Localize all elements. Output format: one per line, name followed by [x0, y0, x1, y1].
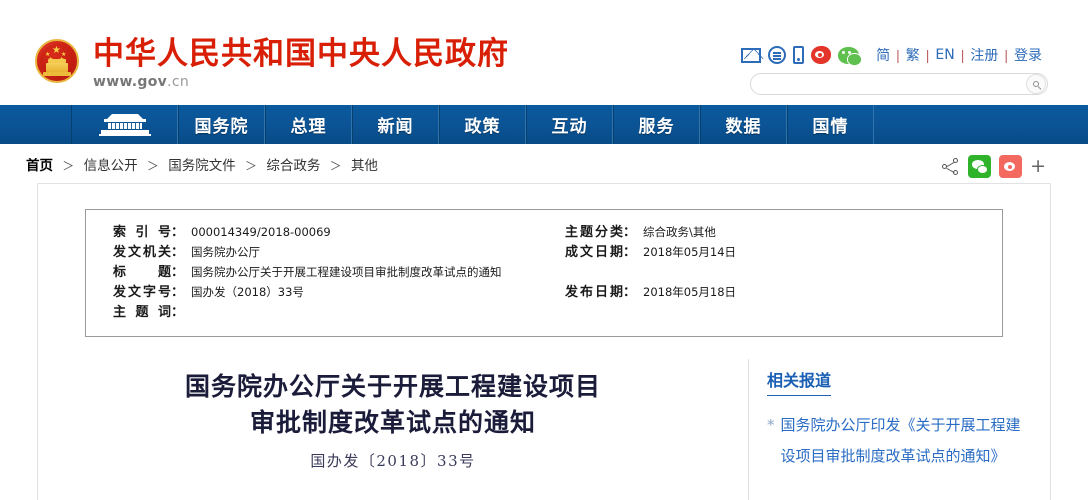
metadata-column-right: 主题分类 ： 综合政务\其他 成文日期 ： 2018年05月14日 发布日期 ：…	[556, 222, 976, 322]
content-panel: 索引号 ： 000014349/2018-00069 发文机关 ： 国务院办公厅…	[37, 183, 1051, 500]
document-body: 国务院办公厅关于开展工程建设项目 审批制度改革试点的通知 国办发〔2018〕33…	[38, 359, 1050, 500]
metadata-value: 2018年05月18日	[643, 285, 737, 299]
more-share-icon[interactable]: +	[1030, 157, 1046, 176]
search-button[interactable]	[1026, 74, 1046, 94]
metadata-label: 主题词	[113, 304, 171, 319]
metadata-label: 索引号	[113, 224, 171, 239]
share-toolbar: +	[942, 155, 1046, 178]
metadata-colon: ：	[623, 244, 637, 259]
metadata-row-document-number: 发文字号 ： 国办发（2018）33号	[113, 282, 556, 302]
breadcrumb-item-home[interactable]: 首页	[26, 158, 53, 174]
site-header: ★ ★ ★ ★ ★ 中华人民共和国中央人民政府 www.gov.cn 简 | 繁…	[0, 0, 1088, 105]
weibo-icon[interactable]	[811, 46, 832, 64]
bullet-icon: *	[767, 416, 775, 434]
metadata-colon: ：	[623, 284, 637, 299]
metadata-colon: ：	[171, 304, 185, 319]
tiananmen-gate-icon	[98, 113, 151, 136]
site-title: 中华人民共和国中央人民政府	[93, 36, 509, 72]
metadata-row-index-number: 索引号 ： 000014349/2018-00069	[113, 222, 556, 242]
link-traditional[interactable]: 繁	[900, 45, 926, 65]
metadata-value: 国务院办公厅	[191, 245, 261, 259]
link-login[interactable]: 登录	[1008, 45, 1048, 65]
nav-item-news[interactable]: 新闻	[352, 105, 439, 144]
metadata-colon: ：	[171, 224, 185, 239]
weibo-share-icon[interactable]	[999, 155, 1023, 178]
breadcrumb-separator: ＞	[62, 158, 75, 173]
document-title: 国务院办公厅关于开展工程建设项目 审批制度改革试点的通知	[68, 369, 718, 441]
search-icon	[1033, 81, 1039, 87]
metadata-label: 成文日期	[565, 244, 623, 259]
link-english[interactable]: EN	[929, 47, 960, 63]
metadata-value: 综合政务\其他	[643, 225, 716, 239]
breadcrumb-separator: ＞	[329, 158, 342, 173]
breadcrumb-row: 首页 ＞ 信息公开 ＞ 国务院文件 ＞ 综合政务 ＞ 其他 +	[0, 144, 1088, 183]
document-number: 国办发〔2018〕33号	[310, 452, 476, 470]
language-account-links: 简 | 繁 | EN | 注册 | 登录	[870, 45, 1048, 65]
nav-item-interaction[interactable]: 互动	[526, 105, 613, 144]
metadata-colon: ：	[171, 244, 185, 259]
breadcrumb-item-info-disclosure[interactable]: 信息公开	[84, 158, 138, 174]
nav-item-home[interactable]	[71, 105, 178, 144]
nav-item-data[interactable]: 数据	[700, 105, 787, 144]
metadata-label: 发文机关	[113, 244, 171, 259]
breadcrumb: 首页 ＞ 信息公开 ＞ 国务院文件 ＞ 综合政务 ＞ 其他	[26, 154, 378, 174]
site-url: www.gov.cn	[93, 74, 190, 90]
breadcrumb-item-other[interactable]: 其他	[351, 158, 378, 174]
document-metadata-box: 索引号 ： 000014349/2018-00069 发文机关 ： 国务院办公厅…	[85, 209, 1003, 337]
metadata-row-title: 标题 ： 国务院办公厅关于开展工程建设项目审批制度改革试点的通知	[113, 262, 556, 282]
message-icon[interactable]	[768, 46, 787, 64]
breadcrumb-separator: ＞	[245, 158, 258, 173]
nav-item-national-profile[interactable]: 国情	[787, 105, 874, 144]
metadata-colon: ：	[171, 284, 185, 299]
metadata-label: 主题分类	[565, 224, 623, 239]
metadata-row-subject-category: 主题分类 ： 综合政务\其他	[565, 222, 976, 242]
mail-icon[interactable]	[741, 47, 764, 63]
metadata-row-written-date: 成文日期 ： 2018年05月14日	[565, 242, 976, 262]
document-title-line-1: 国务院办公厅关于开展工程建设项目	[184, 372, 601, 401]
share-icon[interactable]	[942, 157, 960, 176]
metadata-value: 国务院办公厅关于开展工程建设项目审批制度改革试点的通知	[191, 265, 502, 279]
list-item[interactable]: * 国务院办公厅印发《关于开展工程建设项目审批制度改革试点的通知》	[767, 410, 1028, 472]
metadata-label: 发文字号	[113, 284, 171, 299]
metadata-column-left: 索引号 ： 000014349/2018-00069 发文机关 ： 国务院办公厅…	[86, 222, 556, 322]
nav-item-policy[interactable]: 政策	[439, 105, 526, 144]
nav-item-service[interactable]: 服务	[613, 105, 700, 144]
metadata-row-spacer	[565, 262, 976, 282]
site-brand[interactable]: ★ ★ ★ ★ ★ 中华人民共和国中央人民政府 www.gov.cn	[33, 36, 509, 90]
search-box[interactable]	[750, 73, 1048, 95]
nav-item-premier[interactable]: 总理	[265, 105, 352, 144]
metadata-label: 发布日期	[565, 284, 623, 299]
national-emblem-icon: ★ ★ ★ ★ ★	[33, 37, 81, 87]
metadata-colon: ：	[171, 264, 185, 279]
related-reports-sidebar: 相关报道 * 国务院办公厅印发《关于开展工程建设项目审批制度改革试点的通知》	[748, 359, 1050, 500]
document-main-column: 国务院办公厅关于开展工程建设项目 审批制度改革试点的通知 国办发〔2018〕33…	[38, 359, 748, 500]
wechat-icon[interactable]	[838, 46, 863, 66]
breadcrumb-item-general-affairs[interactable]: 综合政务	[266, 158, 320, 174]
link-simplified[interactable]: 简	[870, 45, 896, 65]
metadata-row-keywords: 主题词 ：	[113, 302, 556, 322]
wechat-share-icon[interactable]	[968, 155, 992, 178]
metadata-value: 国办发（2018）33号	[191, 285, 304, 299]
related-report-link[interactable]: 国务院办公厅印发《关于开展工程建设项目审批制度改革试点的通知》	[781, 410, 1029, 472]
related-reports-list: * 国务院办公厅印发《关于开展工程建设项目审批制度改革试点的通知》	[767, 410, 1028, 472]
related-reports-heading: 相关报道	[767, 367, 832, 396]
metadata-label: 标题	[113, 264, 171, 279]
metadata-value: 2018年05月14日	[643, 245, 737, 259]
metadata-colon: ：	[623, 224, 637, 239]
mobile-icon[interactable]	[793, 46, 805, 64]
link-register[interactable]: 注册	[964, 45, 1004, 65]
search-input[interactable]	[751, 74, 1026, 94]
breadcrumb-item-state-council-docs[interactable]: 国务院文件	[168, 158, 236, 174]
metadata-row-publish-date: 发布日期 ： 2018年05月18日	[565, 282, 976, 302]
metadata-row-issuing-agency: 发文机关 ： 国务院办公厅	[113, 242, 556, 262]
metadata-value: 000014349/2018-00069	[191, 225, 331, 239]
nav-item-state-council[interactable]: 国务院	[178, 105, 265, 144]
main-navigation: 国务院 总理 新闻 政策 互动 服务 数据 国情	[0, 105, 1088, 144]
document-title-line-2: 审批制度改革试点的通知	[249, 408, 536, 437]
breadcrumb-separator: ＞	[146, 158, 159, 173]
utility-bar: 简 | 繁 | EN | 注册 | 登录	[741, 44, 1048, 66]
